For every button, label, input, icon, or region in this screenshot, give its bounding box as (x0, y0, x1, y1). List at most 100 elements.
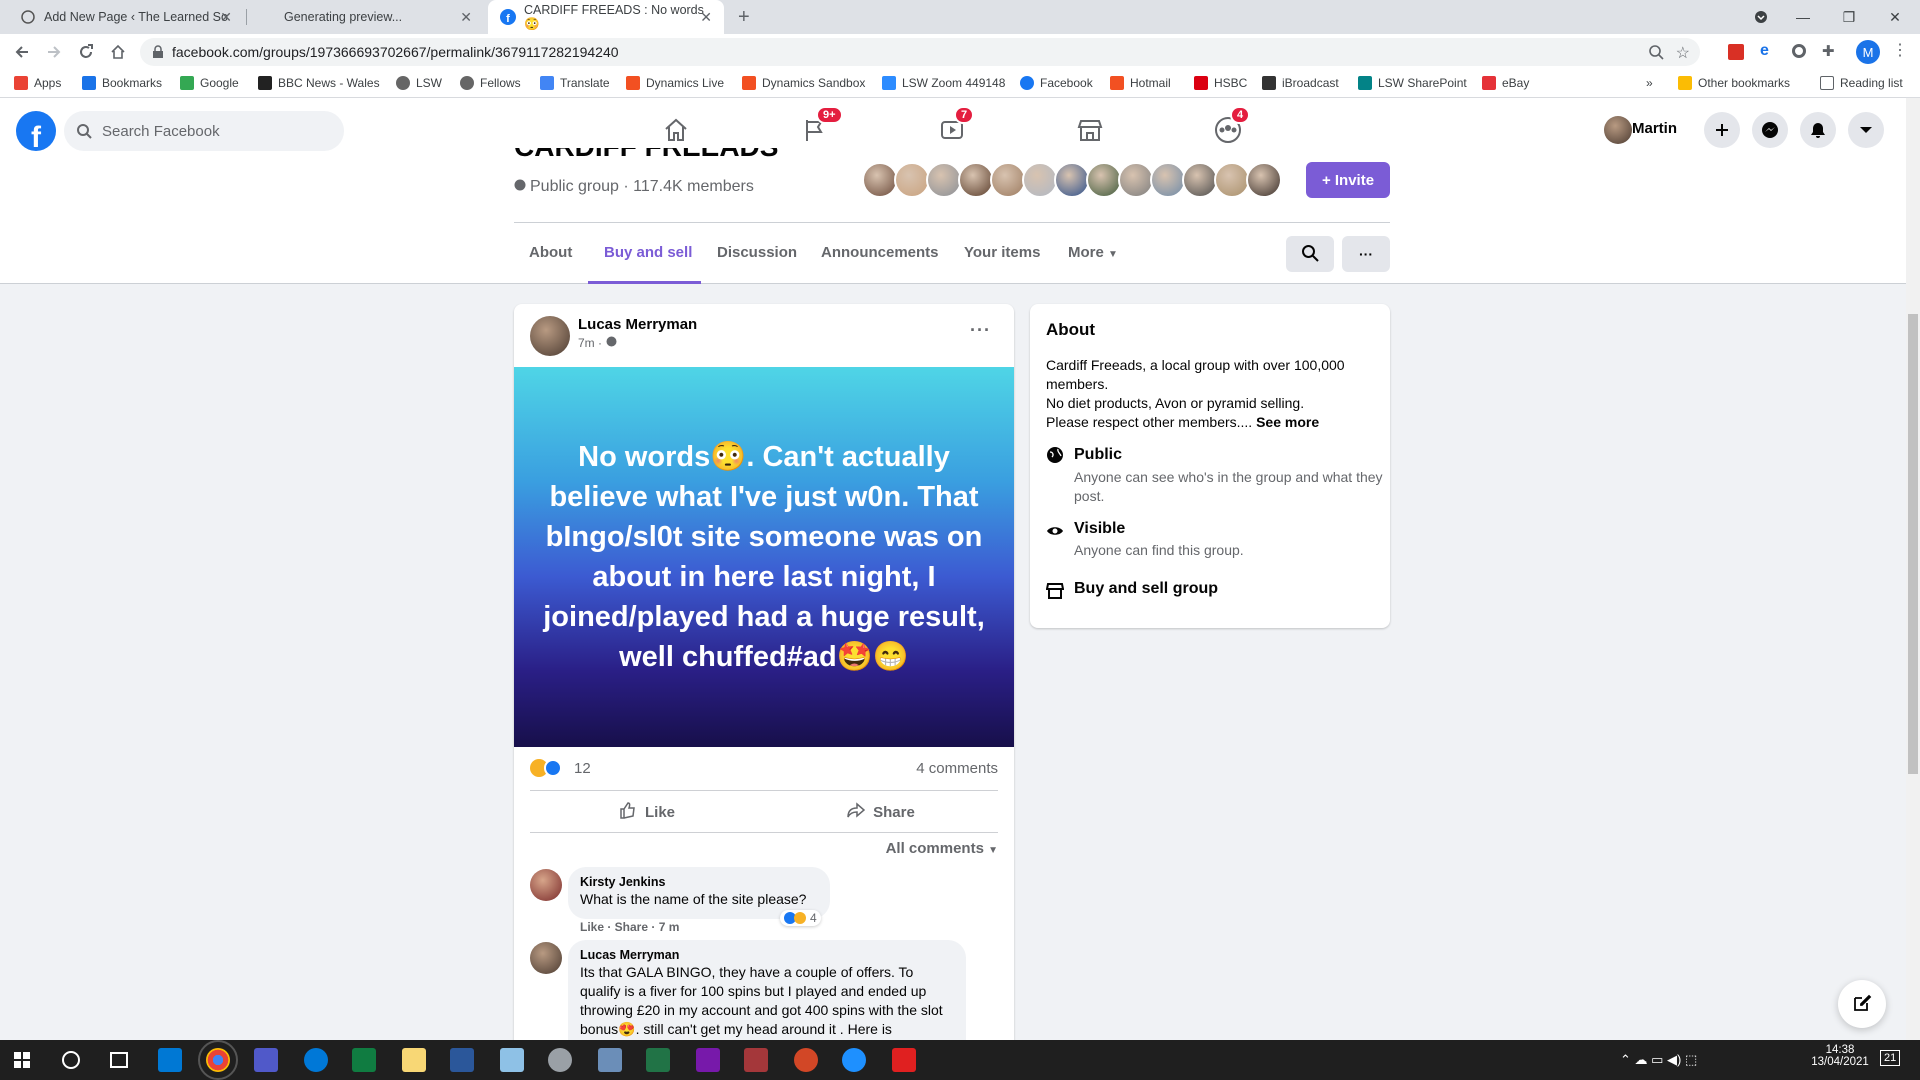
account-menu-icon[interactable] (1848, 112, 1884, 148)
home-nav-icon[interactable] (656, 110, 696, 150)
tab-discussion[interactable]: Discussion (717, 244, 797, 261)
tab-more[interactable]: More ▼ (1068, 244, 1118, 261)
comments-filter-dropdown[interactable]: All comments ▼ (886, 840, 998, 857)
extension-edge-icon[interactable]: e (1760, 42, 1769, 60)
facebook-logo-icon[interactable]: f (16, 111, 56, 151)
address-bar[interactable]: facebook.com/groups/197366693702667/perm… (140, 38, 1700, 66)
close-tab-icon[interactable]: ✕ (460, 9, 472, 26)
commenter-avatar[interactable] (530, 869, 562, 901)
new-message-button[interactable] (1838, 980, 1886, 1028)
group-search-button[interactable] (1286, 236, 1334, 272)
member-avatar[interactable] (1086, 162, 1122, 198)
file-explorer-icon[interactable] (402, 1048, 426, 1072)
tray-icons[interactable]: ⌃ ☁ ▭ ◀) ⬚ (1620, 1052, 1697, 1068)
tab-about[interactable]: About (529, 244, 572, 261)
calculator-icon[interactable] (598, 1048, 622, 1072)
close-window-icon[interactable]: ✕ (1872, 0, 1918, 34)
powerpoint-icon[interactable] (794, 1048, 818, 1072)
outlook-icon[interactable] (158, 1048, 182, 1072)
bookmark-bbc[interactable]: BBC News - Wales (258, 76, 380, 90)
notification-center-icon[interactable]: 21 (1880, 1050, 1901, 1066)
close-tab-icon[interactable]: ✕ (700, 9, 712, 26)
clock[interactable]: 14:38 13/04/2021 (1810, 1044, 1870, 1068)
like-button[interactable]: Like (530, 794, 764, 830)
user-avatar[interactable] (1600, 112, 1636, 148)
member-avatar[interactable] (894, 162, 930, 198)
browser-tab[interactable]: Add New Page ‹ The Learned So ✕ (8, 0, 244, 34)
bookmark-fellows[interactable]: Fellows (460, 76, 521, 90)
extensions-puzzle-icon[interactable]: ✚ (1822, 42, 1835, 60)
onenote-icon[interactable] (696, 1048, 720, 1072)
app-icon[interactable] (500, 1048, 524, 1072)
app-icon[interactable] (548, 1048, 572, 1072)
bookmark-ibroadcast[interactable]: iBroadcast (1262, 76, 1339, 90)
profile-avatar[interactable]: M (1856, 40, 1880, 64)
comment-reactions[interactable]: 4 (780, 910, 821, 926)
member-avatar[interactable] (1214, 162, 1250, 198)
bookmark-translate[interactable]: Translate (540, 76, 610, 90)
share-button[interactable]: Share (764, 794, 998, 830)
access-icon[interactable] (744, 1048, 768, 1072)
comment-author[interactable]: Kirsty Jenkins (580, 875, 818, 889)
comment-actions[interactable]: Like · Share · 7 m (580, 920, 679, 934)
page-scrollbar[interactable] (1906, 98, 1920, 1040)
extension-icon[interactable] (1792, 44, 1806, 58)
bookmark-lsw[interactable]: LSW (396, 76, 442, 90)
bookmark-lsw-zoom[interactable]: LSW Zoom 449148 (882, 76, 1005, 90)
bookmark-facebook[interactable]: Facebook (1020, 76, 1093, 90)
bookmark-hotmail[interactable]: Hotmail (1110, 76, 1171, 90)
post-author[interactable]: Lucas Merryman (578, 316, 697, 333)
group-more-button[interactable]: ··· (1342, 236, 1390, 272)
reactions-summary[interactable]: 12 (530, 759, 591, 777)
member-avatar[interactable] (926, 162, 962, 198)
post-time[interactable]: 7m · (578, 336, 617, 350)
invite-button[interactable]: + Invite (1306, 162, 1390, 198)
create-plus-icon[interactable] (1704, 112, 1740, 148)
notifications-bell-icon[interactable] (1800, 112, 1836, 148)
author-avatar[interactable] (530, 316, 570, 356)
bookmark-hsbc[interactable]: HSBC (1194, 76, 1247, 90)
bookmark-dynamics-sandbox[interactable]: Dynamics Sandbox (742, 76, 865, 90)
watch-nav-icon[interactable]: 7 (932, 106, 975, 150)
member-avatar[interactable] (1022, 162, 1058, 198)
marketplace-nav-icon[interactable] (1070, 110, 1110, 150)
cortana-search-icon[interactable] (62, 1051, 80, 1069)
member-avatar[interactable] (1118, 162, 1154, 198)
member-avatar[interactable] (1150, 162, 1186, 198)
bookmarks-overflow[interactable]: » (1646, 76, 1653, 90)
scrollbar-thumb[interactable] (1908, 314, 1918, 774)
extension-icon[interactable] (1728, 44, 1744, 60)
back-arrow-icon[interactable] (10, 40, 34, 64)
bookmark-dynamics-live[interactable]: Dynamics Live (626, 76, 724, 90)
zoom-icon[interactable] (1648, 44, 1664, 63)
member-avatar[interactable] (1182, 162, 1218, 198)
chrome-icon[interactable] (198, 1040, 238, 1080)
pages-nav-icon[interactable]: 9+ (794, 106, 843, 150)
minimize-icon[interactable]: — (1780, 0, 1826, 34)
app-icon[interactable] (352, 1048, 376, 1072)
excel-icon[interactable] (646, 1048, 670, 1072)
new-tab-button[interactable]: + (738, 6, 750, 29)
restore-icon[interactable]: ❐ (1826, 0, 1872, 34)
post-options-icon[interactable]: ··· (970, 320, 991, 341)
member-avatar[interactable] (990, 162, 1026, 198)
bookmark-star-icon[interactable]: ☆ (1676, 43, 1690, 63)
member-avatar[interactable] (1246, 162, 1282, 198)
bookmark-ebay[interactable]: eBay (1482, 76, 1529, 90)
windows-start-icon[interactable] (14, 1052, 30, 1071)
tab-your-items[interactable]: Your items (964, 244, 1040, 261)
tab-search-icon[interactable] (1738, 0, 1784, 34)
browser-tab-active[interactable]: f CARDIFF FREEADS : No words😳 ✕ (488, 0, 724, 34)
other-bookmarks[interactable]: Other bookmarks (1678, 76, 1790, 90)
groups-nav-icon[interactable]: 4 (1208, 106, 1251, 150)
bookmark-google[interactable]: Google (180, 76, 239, 90)
reading-list[interactable]: Reading list (1820, 76, 1903, 90)
user-name[interactable]: Martin (1632, 120, 1677, 137)
browser-tab[interactable]: Generating preview... ✕ (248, 0, 484, 34)
member-avatar[interactable] (958, 162, 994, 198)
forward-arrow-icon[interactable] (42, 40, 66, 64)
bookmark-bookmarks[interactable]: Bookmarks (82, 76, 162, 90)
chrome-menu-icon[interactable]: ⋮ (1892, 40, 1908, 60)
comments-count[interactable]: 4 comments (916, 760, 998, 777)
close-tab-icon[interactable]: ✕ (220, 9, 232, 26)
